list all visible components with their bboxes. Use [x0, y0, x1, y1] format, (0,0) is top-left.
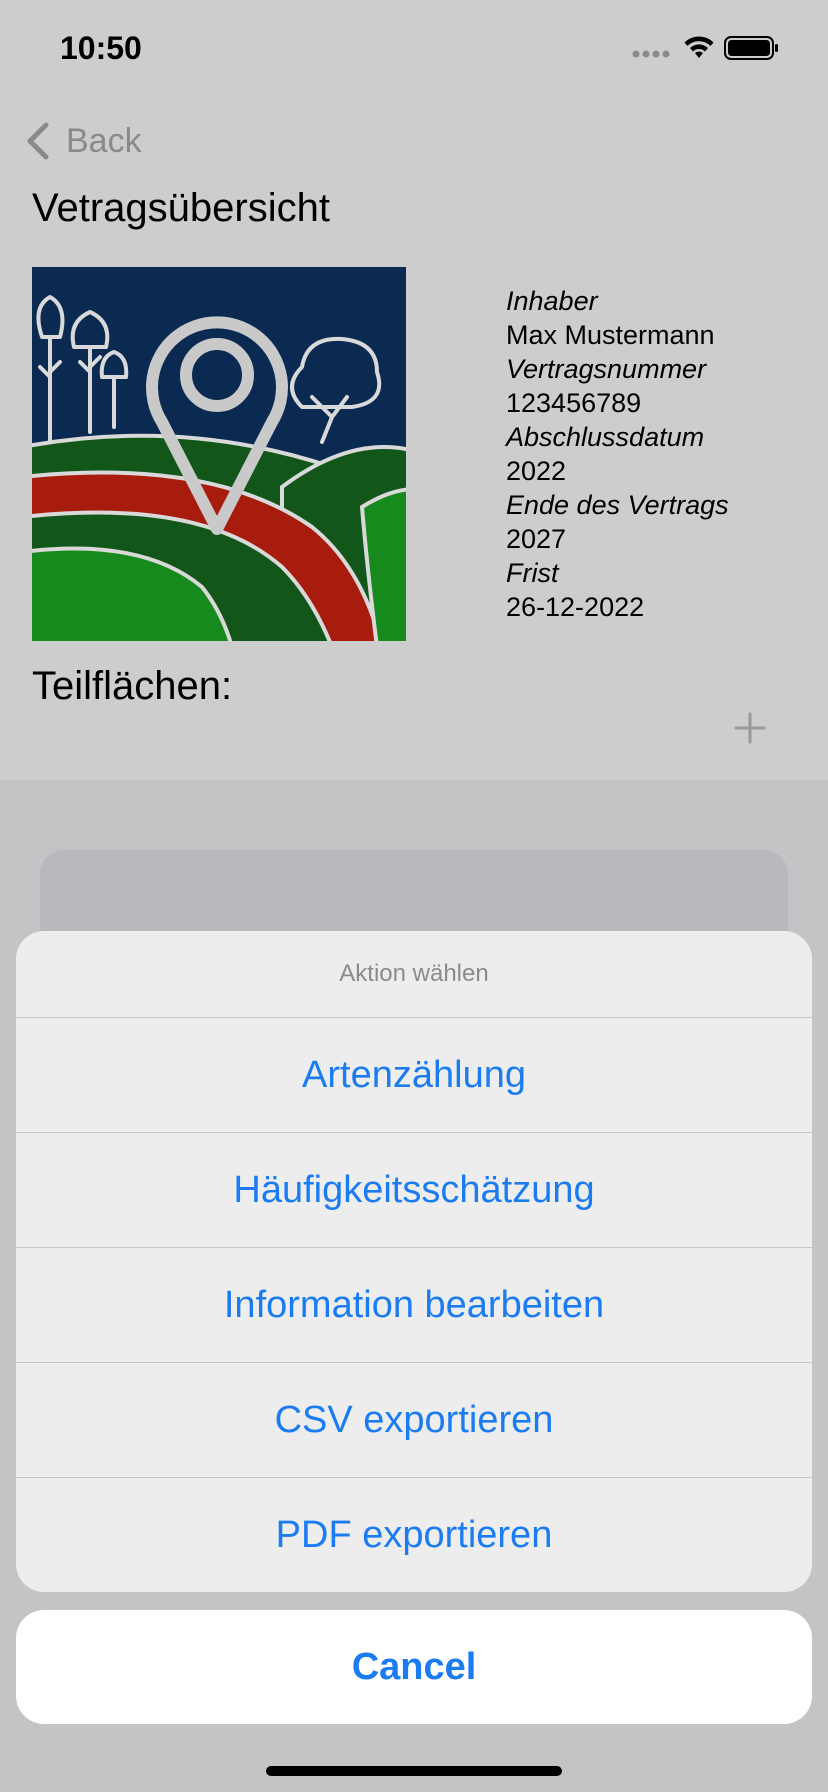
action-sheet-title: Aktion wählen [16, 931, 812, 1018]
wifi-icon [682, 34, 716, 65]
plus-icon [733, 712, 767, 749]
info-label: Abschlussdatum [506, 422, 705, 452]
add-subarea-button[interactable] [733, 711, 767, 745]
contract-info-list: Inhaber Max Mustermann Vertragsnummer 12… [506, 284, 806, 624]
info-item-contract-number: Vertragsnummer 123456789 [506, 352, 806, 420]
page-title: Vetragsübersicht [32, 186, 330, 230]
screen: 10:50 Back Vetragsübersicht Inhaber Max … [0, 0, 828, 1792]
info-label: Ende des Vertrags [506, 490, 729, 520]
status-bar-icons [632, 32, 792, 68]
info-value: Max Mustermann [506, 320, 715, 350]
cellular-signal-icon [632, 46, 672, 64]
action-edit-information[interactable]: Information bearbeiten [16, 1248, 812, 1363]
info-label: Inhaber [506, 286, 598, 316]
info-item-conclusion-date: Abschlussdatum 2022 [506, 420, 806, 488]
info-label: Vertragsnummer [506, 354, 707, 384]
back-label: Back [66, 121, 142, 160]
action-sheet: Aktion wählen Artenzählung Häufigkeitssc… [16, 931, 812, 1592]
info-item-deadline: Frist 26-12-2022 [506, 556, 806, 624]
info-item-end-of-contract: Ende des Vertrags 2027 [506, 488, 806, 556]
chevron-left-icon [24, 121, 52, 161]
info-label: Frist [506, 558, 559, 588]
info-value: 26-12-2022 [506, 592, 645, 622]
back-button[interactable]: Back [24, 118, 142, 164]
info-value: 2022 [506, 456, 567, 486]
contract-image [32, 267, 406, 641]
info-value: 123456789 [506, 388, 642, 418]
info-value: 2027 [506, 524, 567, 554]
contract-overview-page: 10:50 Back Vetragsübersicht Inhaber Max … [0, 0, 828, 780]
battery-icon [724, 36, 780, 65]
home-indicator [266, 1766, 562, 1776]
action-export-csv[interactable]: CSV exportieren [16, 1363, 812, 1478]
info-item-owner: Inhaber Max Mustermann [506, 284, 806, 352]
action-export-pdf[interactable]: PDF exportieren [16, 1478, 812, 1592]
section-title-subareas: Teilflächen: [32, 664, 233, 708]
action-frequency-estimate[interactable]: Häufigkeitsschätzung [16, 1133, 812, 1248]
action-species-count[interactable]: Artenzählung [16, 1018, 812, 1133]
status-time: 10:50 [60, 30, 142, 66]
cancel-button[interactable]: Cancel [16, 1610, 812, 1724]
